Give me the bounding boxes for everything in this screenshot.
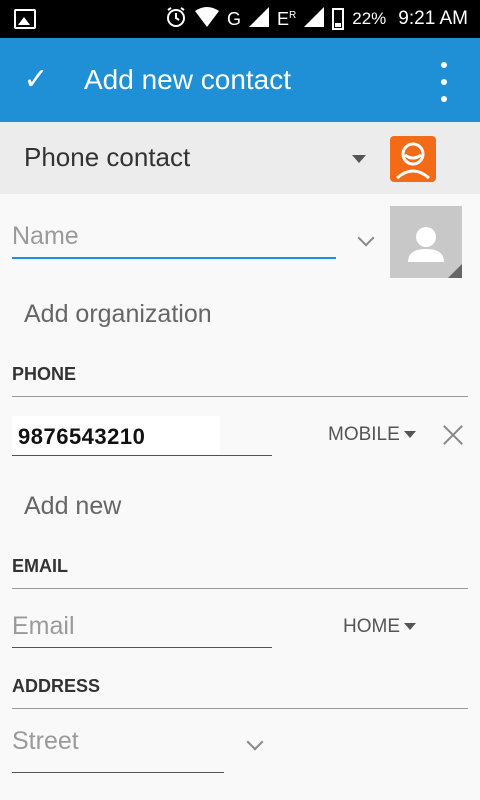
street-underline [12,772,224,773]
signal-type-e: ER [277,9,296,30]
phone-underline [12,455,272,456]
overflow-menu-button[interactable] [434,62,454,102]
alarm-icon [165,6,187,33]
account-label: Phone contact [24,142,191,172]
address-section-header: ADDRESS [12,676,101,696]
status-bar: G ER 22% 9:21 AM [0,0,480,38]
street-input[interactable]: Street [12,727,79,756]
save-check-button[interactable]: ✓ [18,62,54,98]
overflow-dot [441,79,447,85]
signal-strength-icon [249,6,269,32]
signal-type-g: G [226,8,241,29]
email-section-header: EMAIL [12,556,68,576]
add-new-phone-button[interactable]: Add new [24,492,121,521]
phone-type-selector[interactable]: MOBILE [328,424,416,446]
clock: 9:21 AM [398,8,468,29]
email-section-divider [12,588,468,589]
signal-type-e-label: E [277,8,290,29]
dropdown-caret-icon [352,155,366,163]
email-type-selector[interactable]: HOME [343,616,416,638]
status-bar-right: G ER 22% 9:21 AM [165,0,468,38]
roaming-indicator: R [289,9,297,21]
add-organization-button[interactable]: Add organization [24,300,212,329]
phone-section-header: PHONE [12,364,77,384]
dropdown-caret-icon [403,431,416,439]
account-type-icon [390,136,436,187]
address-section-divider [12,708,468,709]
name-underline [12,257,336,259]
gallery-notification-icon [14,9,36,29]
email-input[interactable]: Email [12,612,75,641]
name-input[interactable]: Name [12,222,79,251]
wifi-icon [194,6,219,32]
dropdown-caret-icon [404,623,416,631]
phone-type-label: MOBILE [328,424,400,445]
signal-strength-icon-2 [304,6,325,32]
app-bar: ✓ Add new contact [0,38,480,122]
battery-percent: 22% [352,9,387,28]
phone-section-divider [12,396,468,397]
overflow-dot [441,62,447,68]
contact-photo-button[interactable] [390,206,462,278]
overflow-dot [441,96,447,102]
phone-input[interactable]: 9876543210 [18,424,145,450]
battery-icon [332,8,345,30]
person-icon [408,227,444,262]
email-underline [12,647,272,648]
remove-phone-close-icon[interactable] [442,424,464,446]
email-type-label: HOME [343,616,400,637]
page-title: Add new contact [84,64,292,95]
